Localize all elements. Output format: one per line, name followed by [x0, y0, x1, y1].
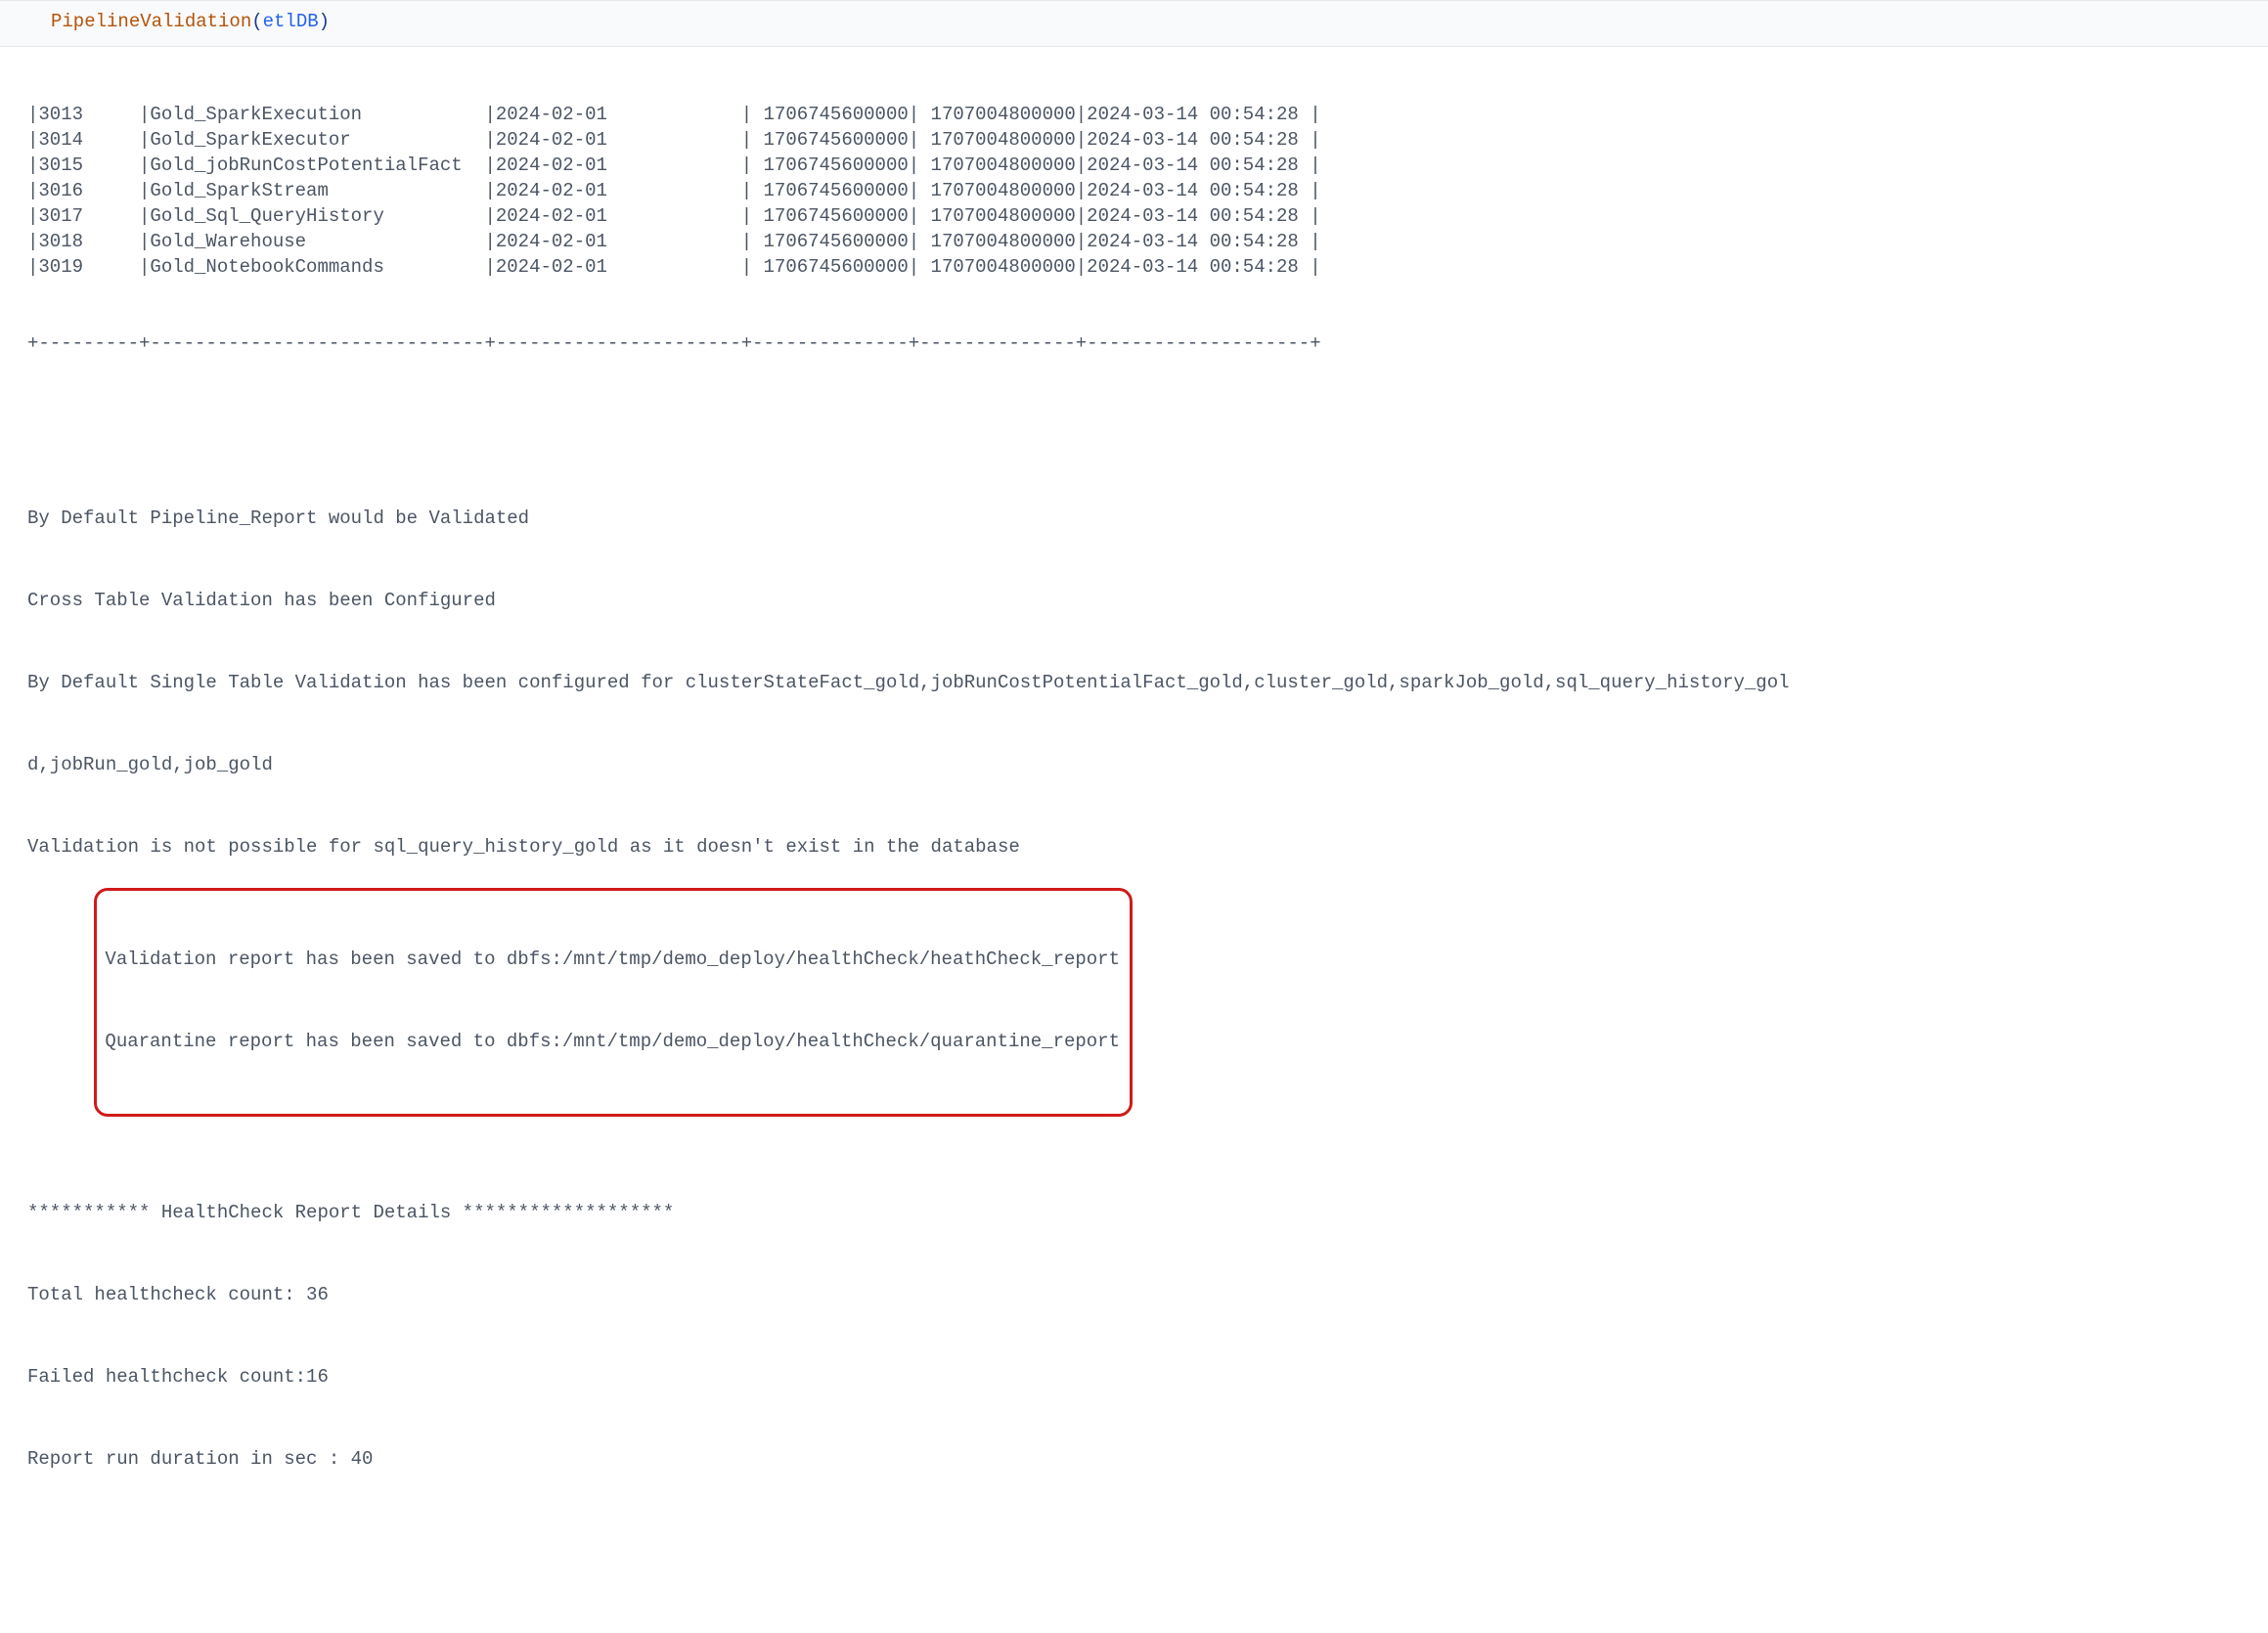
validation-messages: By Default Pipeline_Report would be Vali…: [27, 450, 2268, 1582]
open-paren: (: [251, 11, 262, 32]
msg-total-count: Total healthcheck count: 36: [27, 1281, 2268, 1308]
table-row: |3016 |Gold_SparkStream |2024-02-01 | 17…: [27, 178, 2268, 203]
table-row: |3013 |Gold_SparkExecution |2024-02-01 |…: [27, 102, 2268, 127]
msg-quarantine-report: Quarantine report has been saved to dbfs…: [97, 1028, 1120, 1055]
function-arg: etlDB: [263, 11, 319, 32]
cell-output[interactable]: |3013 |Gold_SparkExecution |2024-02-01 |…: [0, 47, 2268, 1633]
msg-pipeline-report: By Default Pipeline_Report would be Vali…: [27, 505, 2268, 532]
msg-report-header: *********** HealthCheck Report Details *…: [27, 1199, 2268, 1226]
output-table: |3013 |Gold_SparkExecution |2024-02-01 |…: [27, 102, 2268, 280]
msg-run-duration: Report run duration in sec : 40: [27, 1445, 2268, 1473]
function-name: PipelineValidation: [51, 11, 251, 32]
msg-single-table-b: d,jobRun_gold,job_gold: [27, 751, 2268, 778]
table-row: |3019 |Gold_NotebookCommands |2024-02-01…: [27, 254, 2268, 280]
healthcheck-summary: *********** HealthCheck Report Details *…: [27, 1144, 2268, 1527]
msg-validation-report: Validation report has been saved to dbfs…: [97, 946, 1120, 973]
code-input[interactable]: PipelineValidation(etlDB): [0, 0, 2268, 47]
table-row: |3017 |Gold_Sql_QueryHistory |2024-02-01…: [27, 203, 2268, 229]
table-separator: +---------+-----------------------------…: [27, 331, 2268, 356]
msg-failed-count: Failed healthcheck count:16: [27, 1363, 2268, 1390]
notebook-cell: PipelineValidation(etlDB) |3013 |Gold_Sp…: [0, 0, 2268, 1633]
table-row: |3015 |Gold_jobRunCostPotentialFact |202…: [27, 153, 2268, 178]
msg-cross-table: Cross Table Validation has been Configur…: [27, 587, 2268, 614]
msg-not-possible: Validation is not possible for sql_query…: [27, 833, 2268, 861]
table-row: |3014 |Gold_SparkExecutor |2024-02-01 | …: [27, 127, 2268, 153]
msg-single-table-a: By Default Single Table Validation has b…: [27, 669, 2268, 696]
table-row: |3018 |Gold_Warehouse |2024-02-01 | 1706…: [27, 229, 2268, 254]
close-paren: ): [319, 11, 330, 32]
report-paths-highlight: Validation report has been saved to dbfs…: [94, 888, 1133, 1117]
